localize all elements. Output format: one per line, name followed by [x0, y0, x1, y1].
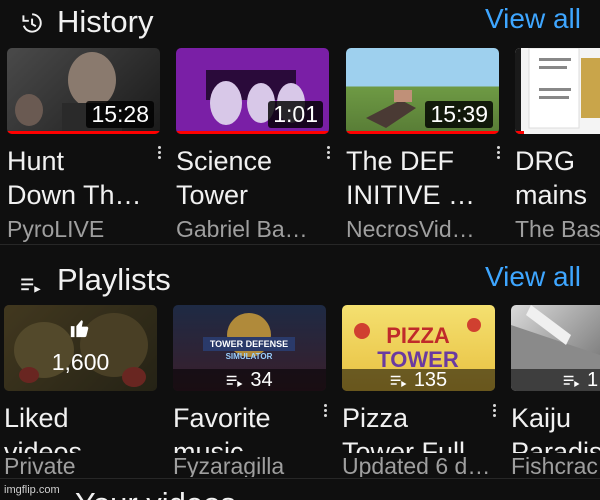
playlist-thumbnail[interactable]: 1,600 — [4, 305, 157, 391]
playlist-thumbnail[interactable]: PIZZA TOWER 135 — [342, 305, 495, 391]
video-thumbnail[interactable]: 15:28 — [7, 48, 160, 134]
more-options-icon[interactable] — [491, 144, 505, 166]
watch-progress-bar — [7, 131, 160, 134]
video-thumbnail[interactable]: 15:39 — [346, 48, 499, 134]
playlist-icon — [563, 375, 580, 387]
playlists-header: Playlists View all — [0, 258, 600, 304]
svg-text:PIZZA: PIZZA — [386, 323, 450, 348]
video-thumbnail[interactable]: 1:01 — [176, 48, 329, 134]
section-divider — [0, 244, 600, 245]
more-options-icon[interactable] — [318, 402, 332, 424]
your-videos-title[interactable]: Your videos — [75, 486, 236, 500]
playlist-subtitle: Fishcrac — [511, 453, 598, 477]
history-icon — [22, 13, 42, 33]
channel-name: Gabriel Ba… — [176, 216, 308, 242]
video-duration: 1:01 — [268, 101, 323, 128]
playlist-video-count: 135 — [413, 369, 448, 391]
watermark: imgflip.com — [4, 484, 60, 496]
history-title: History — [57, 4, 154, 39]
playlist-count-bar: 1 — [511, 369, 600, 391]
playlist-subtitle: Updated 6 d… — [342, 453, 491, 477]
playlist-title: Pizza Tower Full… — [342, 403, 492, 453]
channel-name: PyroLIVE — [7, 216, 105, 242]
thumbnail-image — [515, 48, 600, 134]
video-duration: 15:28 — [86, 101, 154, 128]
more-options-icon[interactable] — [321, 144, 335, 166]
playlist-subtitle: Fyzaragilla — [173, 453, 285, 477]
svg-text:TOWER DEFENSE: TOWER DEFENSE — [210, 339, 288, 349]
history-header: History View all — [0, 0, 600, 46]
playlist-title: Liked videos — [4, 403, 83, 453]
playlist-video-count: 1,600 — [51, 349, 110, 375]
playlist-count-bar: 135 — [342, 369, 495, 391]
playlists-view-all-button[interactable]: View all — [485, 261, 581, 293]
section-divider — [0, 478, 600, 479]
playlists-title: Playlists — [57, 262, 171, 297]
playlist-title: Favorite music — [173, 403, 271, 453]
watch-progress-bar — [176, 131, 329, 134]
playlist-count-bar: 34 — [173, 369, 326, 391]
video-title: Hunt Down Th… — [7, 146, 142, 210]
playlist-thumbnail[interactable]: TOWER DEFENSE SIMULATOR 34 — [173, 305, 326, 391]
playlist-video-count: 1 — [587, 369, 599, 391]
video-thumbnail[interactable] — [515, 48, 600, 134]
playlist-icon — [227, 375, 243, 387]
video-title: DRG mains — [515, 146, 588, 210]
thumbs-up-icon — [70, 320, 89, 338]
channel-name: The Bas — [515, 216, 600, 242]
watch-progress-bar — [515, 131, 524, 134]
playlist-subtitle: Private — [4, 453, 76, 477]
more-options-icon[interactable] — [152, 144, 166, 166]
video-duration: 15:39 — [425, 101, 493, 128]
svg-text:SIMULATOR: SIMULATOR — [226, 352, 273, 361]
video-title: The DEF INITIVE … — [346, 146, 476, 210]
playlist-video-count: 34 — [250, 369, 273, 391]
history-view-all-button[interactable]: View all — [485, 3, 581, 35]
video-title: Science Tower — [176, 146, 273, 210]
playlist-title: Kaiju Paradise — [511, 403, 600, 453]
watch-progress-bar — [346, 131, 499, 134]
more-options-icon[interactable] — [487, 402, 501, 424]
playlist-icon — [21, 278, 41, 293]
playlist-thumbnail[interactable]: 1 — [511, 305, 600, 391]
channel-name: NecrosVid… — [346, 216, 475, 242]
playlist-icon — [390, 375, 407, 387]
